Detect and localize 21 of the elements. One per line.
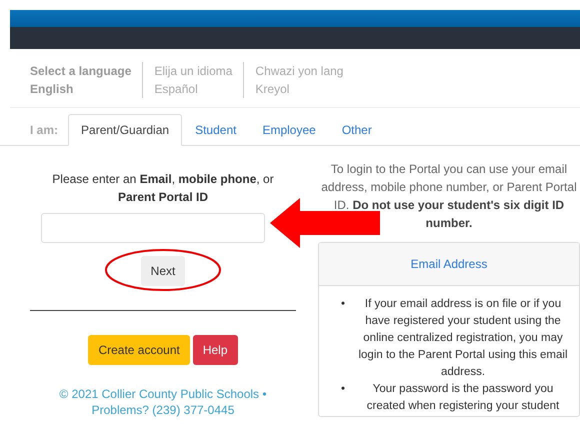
footer-link[interactable]: © 2021 Collier County Public Schools •	[59, 387, 267, 401]
login-info-text: To login to the Portal you can use your email address, mobile phone number, or Parent Portal ID. Do not use your student's six digit ID number.	[320, 161, 578, 232]
help-button[interactable]: Help	[192, 335, 238, 365]
bullet-marker: •	[341, 382, 346, 397]
bullet-text: Your password is the password you created when registering your student	[366, 382, 560, 414]
tab[interactable]: Student	[182, 114, 250, 146]
bullet-marker: •	[341, 297, 346, 312]
tab[interactable]: Parent/Guardian	[68, 114, 182, 146]
panel-title-link[interactable]: Email Address	[410, 257, 488, 271]
language-option[interactable]: Chwazi yon lang Kreyol	[243, 62, 354, 98]
tab[interactable]: Other	[328, 114, 385, 146]
footer-link[interactable]: Problems? (239) 377-0445	[92, 403, 234, 417]
bullet-text: If your email address is on file or if you have registered your student using the online centralized registration, you may login to the Parent Portal using this email address.	[357, 297, 569, 380]
tab[interactable]: Employee	[249, 114, 329, 146]
next-button[interactable]: Next	[140, 256, 186, 286]
language-option[interactable]: Elija un idioma Español	[142, 62, 244, 98]
login-prompt: Please enter an Email, mobile phone, or Parent Portal ID	[51, 171, 275, 206]
login-input-field[interactable]	[41, 213, 265, 243]
create-account-button[interactable]: Create account	[88, 335, 190, 365]
tabs-label: I am:	[30, 123, 60, 139]
language-option[interactable]: Select a language English	[30, 62, 142, 98]
